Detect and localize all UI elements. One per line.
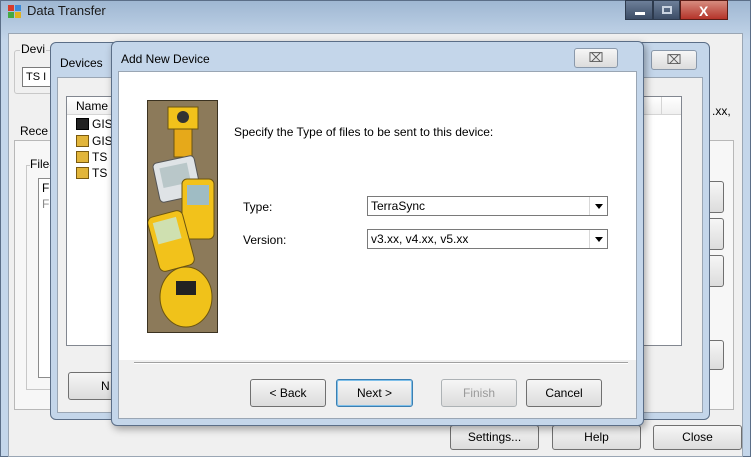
version-label: Version:: [243, 233, 287, 247]
devices-list-header-divider: [661, 97, 662, 115]
device-list-item-label: TS: [92, 150, 108, 164]
cancel-button[interactable]: Cancel: [526, 379, 602, 407]
wizard-instruction: Specify the Type of files to be sent to …: [234, 125, 494, 139]
maximize-button[interactable]: [653, 0, 680, 20]
wizard-separator: [134, 362, 628, 364]
minimize-button[interactable]: [625, 0, 653, 20]
received-tab[interactable]: Rece: [14, 120, 54, 142]
type-select[interactable]: TerraSync: [367, 196, 608, 216]
files-list-header: F: [42, 181, 50, 195]
minimize-icon: [635, 12, 645, 15]
close-icon: ⌧: [666, 52, 682, 67]
app-icon: [7, 3, 23, 19]
version-select-value: v3.xx, v4.xx, v5.xx: [371, 232, 469, 246]
handheld-device-icon: [76, 118, 89, 130]
devices-list-header-name: Name: [76, 99, 109, 113]
add-device-close-button[interactable]: ⌧: [574, 48, 618, 68]
device-combo-value: TS I: [26, 71, 47, 83]
back-button[interactable]: < Back: [250, 379, 326, 407]
devices-dialog-close-button[interactable]: ⌧: [651, 50, 697, 70]
devices-new-button-label: N: [101, 379, 110, 393]
maximize-icon: [662, 6, 672, 14]
finish-button[interactable]: Finish: [441, 379, 517, 407]
close-icon: ⌧: [588, 50, 604, 65]
folder-device-icon: [76, 135, 89, 147]
help-button[interactable]: Help: [552, 425, 641, 450]
type-label: Type:: [243, 200, 273, 214]
device-list-item[interactable]: TS: [76, 166, 107, 180]
device-list-item[interactable]: GIS: [76, 134, 113, 148]
device-list-item-label: GIS: [92, 117, 113, 131]
version-select[interactable]: v3.xx, v4.xx, v5.xx: [367, 229, 608, 249]
device-list-item-label: GIS: [92, 134, 113, 148]
settings-button[interactable]: Settings...: [450, 425, 539, 450]
chevron-down-icon[interactable]: [589, 230, 607, 248]
device-group-label: Devi: [20, 42, 47, 56]
close-icon: X: [699, 3, 709, 19]
devices-dialog-title: Devices: [60, 56, 103, 70]
next-button[interactable]: Next >: [336, 379, 413, 407]
files-list-row: F: [42, 197, 50, 211]
chevron-down-icon[interactable]: [589, 197, 607, 215]
close-button[interactable]: X: [680, 0, 728, 20]
type-select-value: TerraSync: [371, 199, 426, 213]
devices-illustration: [147, 100, 218, 333]
version-partial-text: .xx,: [712, 104, 731, 118]
files-group-label: File: [30, 157, 50, 171]
main-close-button[interactable]: Close: [653, 425, 742, 450]
add-device-dialog-title: Add New Device: [121, 52, 210, 66]
folder-device-icon: [76, 151, 89, 163]
received-tab-label: Rece: [20, 124, 49, 138]
main-window-title: Data Transfer: [27, 3, 106, 18]
folder-device-icon: [76, 167, 89, 179]
device-list-item-label: TS: [92, 166, 108, 180]
device-list-item[interactable]: GIS: [76, 117, 113, 131]
device-list-item[interactable]: TS: [76, 150, 107, 164]
